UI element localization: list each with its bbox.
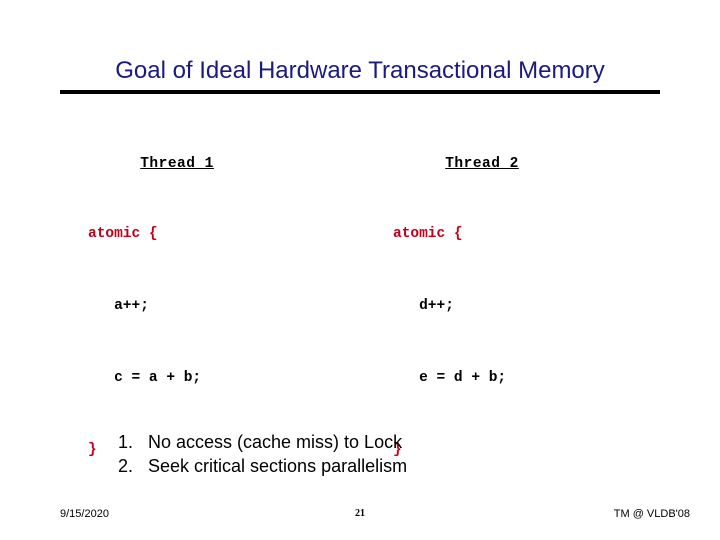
thread-2-code-line: d++; [393,298,454,314]
title-block: Goal of Ideal Hardware Transactional Mem… [60,56,660,94]
list-item-number: 2. [118,456,134,476]
title-divider [60,90,660,94]
footer-conference-label: TM @ VLDB'08 [613,508,690,520]
list-item: 1. No access (cache miss) to Lock [0,430,720,454]
thread-1-label: Thread 1 [140,156,214,172]
slide-canvas: Goal of Ideal Hardware Transactional Mem… [0,0,720,540]
slide-number: 21 [355,508,365,519]
goal-list: 1. No access (cache miss) to Lock 2. See… [0,430,720,478]
list-item: 2. Seek critical sections parallelism [0,454,720,478]
thread-2-label: Thread 2 [445,156,519,172]
thread-1-code-line: a++; [88,298,149,314]
slide-footer: 9/15/2020 21 TM @ VLDB'08 [0,506,720,528]
thread-1-code-line: c = a + b; [88,370,202,386]
code-columns: Thread 1 atomic { a++; c = a + b; } Thre… [0,128,720,458]
thread-1-code-line: atomic { [88,226,158,242]
list-item-number: 1. [118,432,134,452]
list-item-label: Seek critical sections parallelism [148,456,408,476]
page-title: Goal of Ideal Hardware Transactional Mem… [115,57,605,84]
thread-2-code-line: e = d + b; [393,370,507,386]
thread-2-code-line: atomic { [393,226,463,242]
list-item-label: No access (cache miss) to Lock [148,432,403,452]
